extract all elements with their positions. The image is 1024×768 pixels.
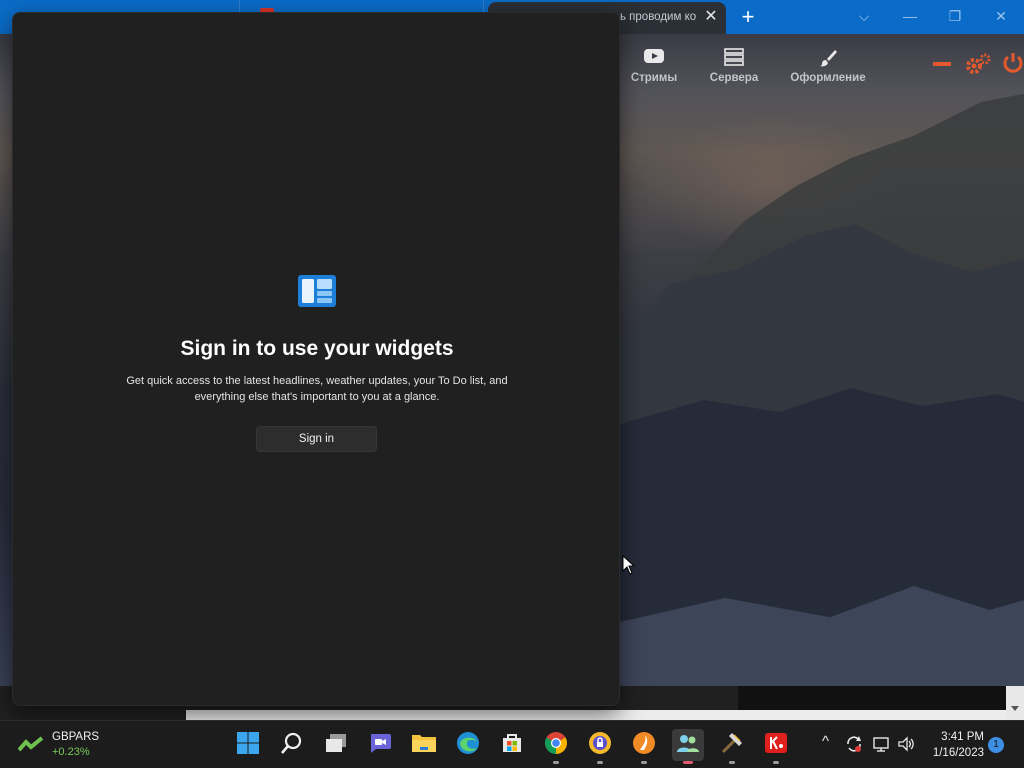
restore-window-button[interactable]: ❐ xyxy=(943,5,967,27)
site-nav-label: Оформление xyxy=(790,72,866,84)
show-hidden-icons-chevron-icon[interactable]: ^ xyxy=(822,733,829,750)
site-nav-servers[interactable]: Сервера xyxy=(706,48,762,84)
widgets-panel: Sign in to use your widgets Get quick ac… xyxy=(12,12,620,706)
mouse-cursor-icon xyxy=(622,554,636,575)
new-tab-button[interactable]: + xyxy=(736,4,760,30)
minecraft-icon xyxy=(720,731,744,760)
minimize-icon[interactable] xyxy=(933,62,951,66)
microsoft-store-icon xyxy=(500,731,524,760)
close-window-button[interactable]: ✕ xyxy=(989,5,1013,27)
network-icon[interactable] xyxy=(872,735,890,756)
edge-button[interactable] xyxy=(452,729,484,761)
sign-in-button[interactable]: Sign in xyxy=(256,426,377,452)
windows-start-icon xyxy=(236,731,260,760)
start-button[interactable] xyxy=(232,729,264,761)
chrome-button[interactable] xyxy=(540,729,572,764)
chat-button[interactable] xyxy=(364,729,396,761)
widgets-title: Sign in to use your widgets xyxy=(180,337,454,360)
edge-icon xyxy=(456,731,480,760)
running-indicator xyxy=(641,761,647,764)
tab-close-icon[interactable]: ✕ xyxy=(702,8,720,26)
youtube-icon xyxy=(628,48,680,66)
notification-badge[interactable]: 1 xyxy=(988,737,1004,753)
tab-search-dropdown-icon[interactable]: ⌵ xyxy=(852,5,876,27)
file-explorer-button[interactable] xyxy=(408,729,440,761)
site-nav-label: Сервера xyxy=(709,72,759,84)
kaspersky-button[interactable] xyxy=(760,729,792,764)
ticker-symbol: GBPARS xyxy=(52,731,100,743)
site-nav-streams[interactable]: Стримы xyxy=(628,48,680,84)
horizontal-scrollbar[interactable] xyxy=(186,710,1006,720)
running-indicator xyxy=(773,761,779,764)
taskbar: GBPARS +0.23% ^ 3:41 PM 1/16/2023 1 xyxy=(0,720,1024,768)
vpn-button[interactable] xyxy=(584,729,616,764)
vpn-shield-icon xyxy=(588,731,612,760)
settings-icon[interactable] xyxy=(965,52,991,81)
java-icon xyxy=(632,731,656,760)
power-icon[interactable] xyxy=(1002,52,1024,79)
volume-icon[interactable] xyxy=(897,735,915,756)
teams-chat-icon xyxy=(368,732,392,759)
clock-date: 1/16/2023 xyxy=(932,747,984,759)
people-launcher-icon xyxy=(676,731,700,760)
minimize-window-button[interactable]: — xyxy=(898,5,922,27)
site-nav-label: Стримы xyxy=(630,72,678,84)
stock-ticker-widget[interactable]: GBPARS +0.23% xyxy=(17,730,128,762)
task-view-icon xyxy=(324,732,348,759)
task-view-button[interactable] xyxy=(320,729,352,761)
scroll-down-arrow-icon[interactable] xyxy=(1011,706,1019,711)
paintbrush-icon xyxy=(788,48,868,67)
browser-tab-title: ь проводим ко xyxy=(620,11,696,23)
widgets-icon xyxy=(297,274,337,308)
vertical-scrollbar[interactable] xyxy=(1006,686,1024,720)
kaspersky-icon xyxy=(764,731,788,760)
active-indicator xyxy=(683,761,693,764)
people-launcher-button[interactable] xyxy=(672,729,704,764)
server-icon xyxy=(706,48,762,66)
search-button[interactable] xyxy=(276,729,308,761)
clock[interactable]: 3:41 PM 1/16/2023 xyxy=(924,729,984,761)
chrome-icon xyxy=(544,731,568,760)
minecraft-launcher-button[interactable] xyxy=(716,729,748,764)
running-indicator xyxy=(597,761,603,764)
site-nav-appearance[interactable]: Оформление xyxy=(788,48,868,84)
running-indicator xyxy=(729,761,735,764)
widgets-description: Get quick access to the latest headlines… xyxy=(126,375,508,403)
running-indicator xyxy=(553,761,559,764)
trend-up-icon xyxy=(17,736,44,757)
java-app-button[interactable] xyxy=(628,729,660,764)
sync-icon[interactable] xyxy=(845,735,863,756)
search-icon xyxy=(280,731,304,760)
store-button[interactable] xyxy=(496,729,528,761)
folder-icon xyxy=(411,732,437,759)
clock-time: 3:41 PM xyxy=(941,731,984,743)
ticker-change: +0.23% xyxy=(52,746,90,758)
